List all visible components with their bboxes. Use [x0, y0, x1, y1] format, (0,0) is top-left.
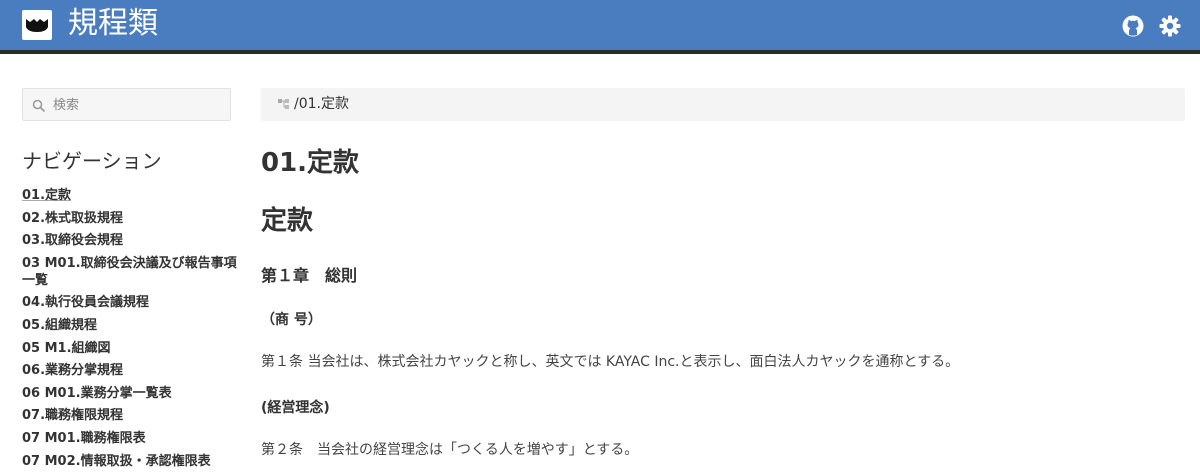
article-2-text: 第２条 当会社の経営理念は「つくる人を増やす」とする。 — [261, 442, 639, 458]
section-heading-trade-name: （商 号） — [261, 312, 322, 328]
sidebar-item-04[interactable]: 04.執行役員会議規程 — [22, 294, 237, 311]
sidebar-item-07-m01[interactable]: 07 M01.職務権限表 — [22, 430, 237, 447]
sidebar-item-07-m02[interactable]: 07 M02.情報取扱・承認権限表 — [22, 453, 237, 470]
search-input[interactable] — [53, 93, 223, 117]
top-bar: 規程類 — [0, 0, 1200, 54]
github-icon[interactable] — [1121, 14, 1145, 38]
sidebar-item-03[interactable]: 03.取締役会規程 — [22, 232, 237, 249]
app-logo[interactable] — [22, 10, 52, 40]
app-title: 規程類 — [68, 6, 158, 41]
document-title: 定款 — [261, 206, 314, 236]
breadcrumb-path[interactable]: /01.定款 — [294, 95, 349, 113]
tree-icon — [278, 97, 292, 111]
page-title: 01.定款 — [261, 148, 360, 178]
breadcrumb: /01.定款 — [261, 88, 1185, 121]
sidebar-item-01[interactable]: 01.定款 — [22, 187, 237, 204]
search-box[interactable] — [22, 88, 231, 121]
sidebar-item-05-m1[interactable]: 05 M1.組織図 — [22, 340, 237, 357]
sidebar-nav: 01.定款 02.株式取扱規程 03.取締役会規程 03 M01.取締役会決議及… — [22, 187, 237, 475]
sidebar-title: ナビゲーション — [22, 149, 162, 173]
sidebar-item-07[interactable]: 07.職務権限規程 — [22, 407, 237, 424]
article-1-text: 第１条 当会社は、株式会社カヤックと称し、英文では KAYAC Inc.と表示し… — [261, 354, 960, 370]
section-heading-philosophy: (経営理念) — [261, 400, 330, 416]
gear-icon[interactable] — [1158, 14, 1182, 38]
sidebar-item-06[interactable]: 06.業務分掌規程 — [22, 362, 237, 379]
sidebar-item-05[interactable]: 05.組織規程 — [22, 317, 237, 334]
sidebar-item-02[interactable]: 02.株式取扱規程 — [22, 210, 237, 227]
sidebar-item-03-m01[interactable]: 03 M01.取締役会決議及び報告事項一覧 — [22, 255, 237, 289]
search-icon — [32, 98, 46, 113]
sidebar-item-06-m01[interactable]: 06 M01.業務分掌一覧表 — [22, 385, 237, 402]
chapter-heading: 第１章 総則 — [261, 266, 358, 285]
